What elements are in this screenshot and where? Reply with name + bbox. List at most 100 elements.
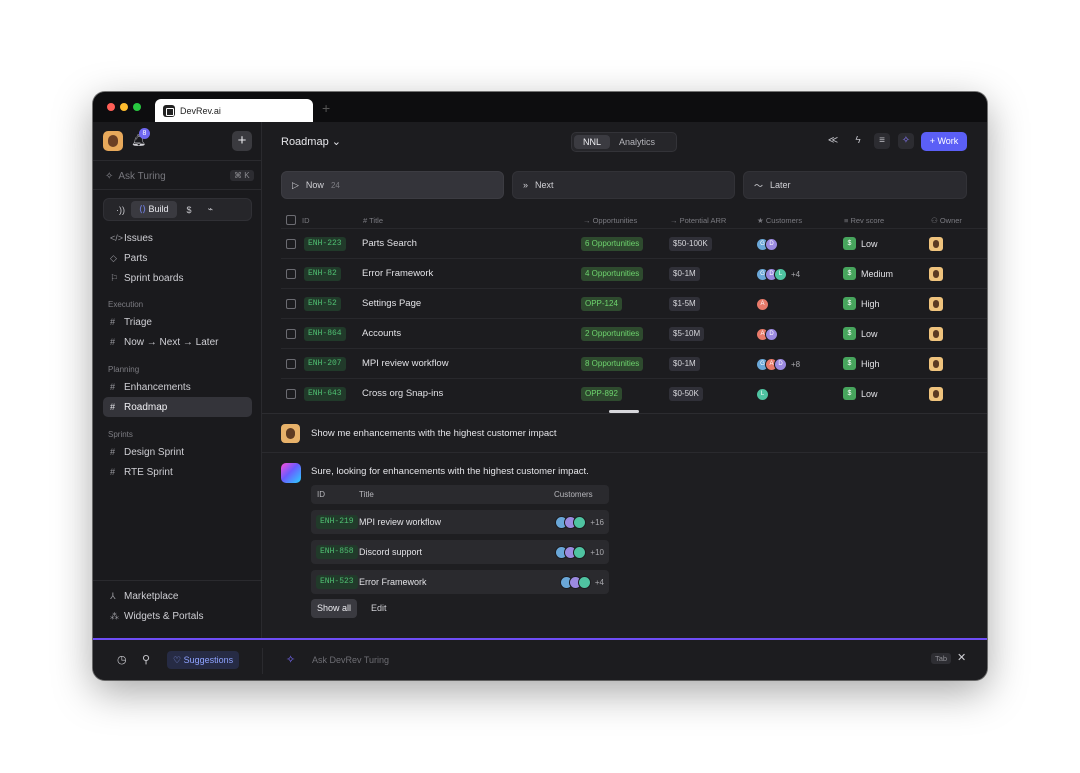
lane-later[interactable]: 〜 Later [743,171,967,199]
sidebar-item-design-sprint[interactable]: # Design Sprint [103,442,252,462]
edit-button[interactable]: Edit [365,599,393,618]
result-row[interactable]: ENH-219 MPI review workflow +16 [311,510,609,534]
close-window-button[interactable] [107,103,115,111]
item-title[interactable]: Accounts [362,328,401,339]
item-id[interactable]: ENH-219 [316,515,358,529]
sidebar-item-now-next-later[interactable]: # Now → Next → Later [103,332,252,352]
result-row[interactable]: ENH-858 Discord support +10 [311,540,609,564]
filter-icon[interactable]: ≡ [874,133,890,149]
table-row[interactable]: ENH-864 Accounts 2 Opportunities $5-10M … [281,318,987,348]
owner-avatar[interactable] [929,357,943,371]
sidebar-item-enhancements[interactable]: # Enhancements [103,377,252,397]
table-row[interactable]: ENH-643 Cross org Snap-ins OPP-892 $0-50… [281,378,987,408]
item-id[interactable]: ENH-864 [304,327,346,341]
table-row[interactable]: ENH-52 Settings Page OPP-124 $1-5M A $ H… [281,288,987,318]
row-checkbox[interactable] [286,269,296,279]
item-id[interactable]: ENH-643 [304,387,346,401]
row-checkbox[interactable] [286,359,296,369]
pulse-mode-icon[interactable]: ⌁ [208,204,213,215]
add-work-button[interactable]: + Work [921,132,967,151]
create-button[interactable]: + [232,131,252,151]
hash-icon: # [110,467,116,477]
sidebar-item-rte-sprint[interactable]: # RTE Sprint [103,462,252,482]
view-selector[interactable]: Roadmap ⌄ [281,135,341,148]
row-checkbox[interactable] [286,329,296,339]
ask-turing-input[interactable]: Ask DevRev Turing [312,655,389,665]
column-header-customers[interactable]: ★ Customers [757,216,802,225]
tab-nnl[interactable]: NNL [574,135,611,149]
bottom-bar: ◷ ⚲ ♡ Suggestions ✧ Ask DevRev Turing Ta… [93,638,987,680]
customer-avatars: L [756,387,769,401]
build-mode-button[interactable]: ⟨⟩ Build [131,201,177,218]
sidebar-item-triage[interactable]: # Triage [103,312,252,332]
owner-avatar[interactable] [929,237,943,251]
column-header-rev-score[interactable]: ≡ Rev score [844,216,884,225]
browser-tab[interactable]: DevRev.ai [155,99,313,122]
column-header-owner[interactable]: ⚇ Owner [931,216,962,225]
owner-avatar[interactable] [929,387,943,401]
owner-avatar[interactable] [929,327,943,341]
minimize-window-button[interactable] [120,103,128,111]
item-title[interactable]: Cross org Snap-ins [362,388,443,399]
opportunities-pill[interactable]: 6 Opportunities [581,237,644,251]
widgets-icon: ⁂ [110,610,119,621]
new-tab-button[interactable]: + [322,100,330,116]
opportunities-pill[interactable]: 8 Opportunities [581,357,644,371]
opportunities-pill[interactable]: OPP-124 [581,297,622,311]
sidebar-item-widgets-portals[interactable]: ⁂ Widgets & Portals [103,606,252,626]
item-title[interactable]: Parts Search [362,238,417,249]
revenue-mode-icon[interactable]: $ [187,205,192,215]
opportunities-pill[interactable]: 2 Opportunities [581,327,644,341]
item-id[interactable]: ENH-223 [304,237,346,251]
maximize-window-button[interactable] [133,103,141,111]
column-header-id[interactable]: ID [302,216,310,225]
row-checkbox[interactable] [286,389,296,399]
sidebar-item-parts[interactable]: ◇ Parts [103,248,252,268]
user-avatar[interactable] [103,131,123,151]
result-row[interactable]: ENH-523 Error Framework +4 [311,570,609,594]
support-mode-icon[interactable]: ·)) [116,205,125,215]
opportunities-pill[interactable]: OPP-892 [581,387,622,401]
item-id[interactable]: ENH-207 [304,357,346,371]
column-header-arr[interactable]: → Potential ARR [670,216,726,225]
item-title[interactable]: Settings Page [362,298,421,309]
lane-now[interactable]: ▷ Now 24 [281,171,504,199]
close-icon[interactable]: ✕ [957,651,966,664]
table-row[interactable]: ENH-207 MPI review workflow 8 Opportunit… [281,348,987,378]
item-id[interactable]: ENH-858 [316,545,358,559]
item-title[interactable]: MPI review workflow [362,358,449,369]
ask-turing-button[interactable]: ✧ Ask Turing [105,171,166,182]
item-title[interactable]: Discord support [359,547,422,557]
owner-avatar[interactable] [929,297,943,311]
divider [93,189,262,190]
lane-next[interactable]: » Next [512,171,735,199]
sidebar-item-roadmap[interactable]: # Roadmap [103,397,252,417]
item-title[interactable]: MPI review workflow [359,517,441,527]
pin-icon[interactable]: ⚲ [142,653,150,666]
sidebar-item-issues[interactable]: </> Issues [103,228,252,248]
table-row[interactable]: ENH-82 Error Framework 4 Opportunities $… [281,258,987,288]
opportunities-pill[interactable]: 4 Opportunities [581,267,644,281]
select-all-checkbox[interactable] [286,215,296,225]
sparkle-icon[interactable]: ✧ [898,133,914,149]
column-header-title[interactable]: # Title [363,216,383,225]
row-checkbox[interactable] [286,299,296,309]
item-title[interactable]: Error Framework [359,577,427,587]
tab-analytics[interactable]: Analytics [610,135,664,149]
show-all-button[interactable]: Show all [311,599,358,618]
item-id[interactable]: ENH-52 [304,297,341,311]
owner-avatar[interactable] [929,267,943,281]
clock-icon[interactable]: ◷ [117,653,127,666]
column-header-opportunities[interactable]: → Opportunities [583,216,637,225]
item-title[interactable]: Error Framework [362,268,433,279]
resize-handle[interactable] [609,410,639,413]
table-row[interactable]: ENH-223 Parts Search 6 Opportunities $50… [281,228,987,258]
row-checkbox[interactable] [286,239,296,249]
item-id[interactable]: ENH-523 [316,575,358,589]
suggestions-button[interactable]: ♡ Suggestions [167,651,240,669]
share-icon[interactable]: ≪ [825,133,841,149]
bolt-icon[interactable]: ϟ [850,133,866,149]
sidebar-item-marketplace[interactable]: ⅄ Marketplace [103,586,252,606]
item-id[interactable]: ENH-82 [304,267,341,281]
sidebar-item-sprint-boards[interactable]: ⚐ Sprint boards [103,268,252,288]
